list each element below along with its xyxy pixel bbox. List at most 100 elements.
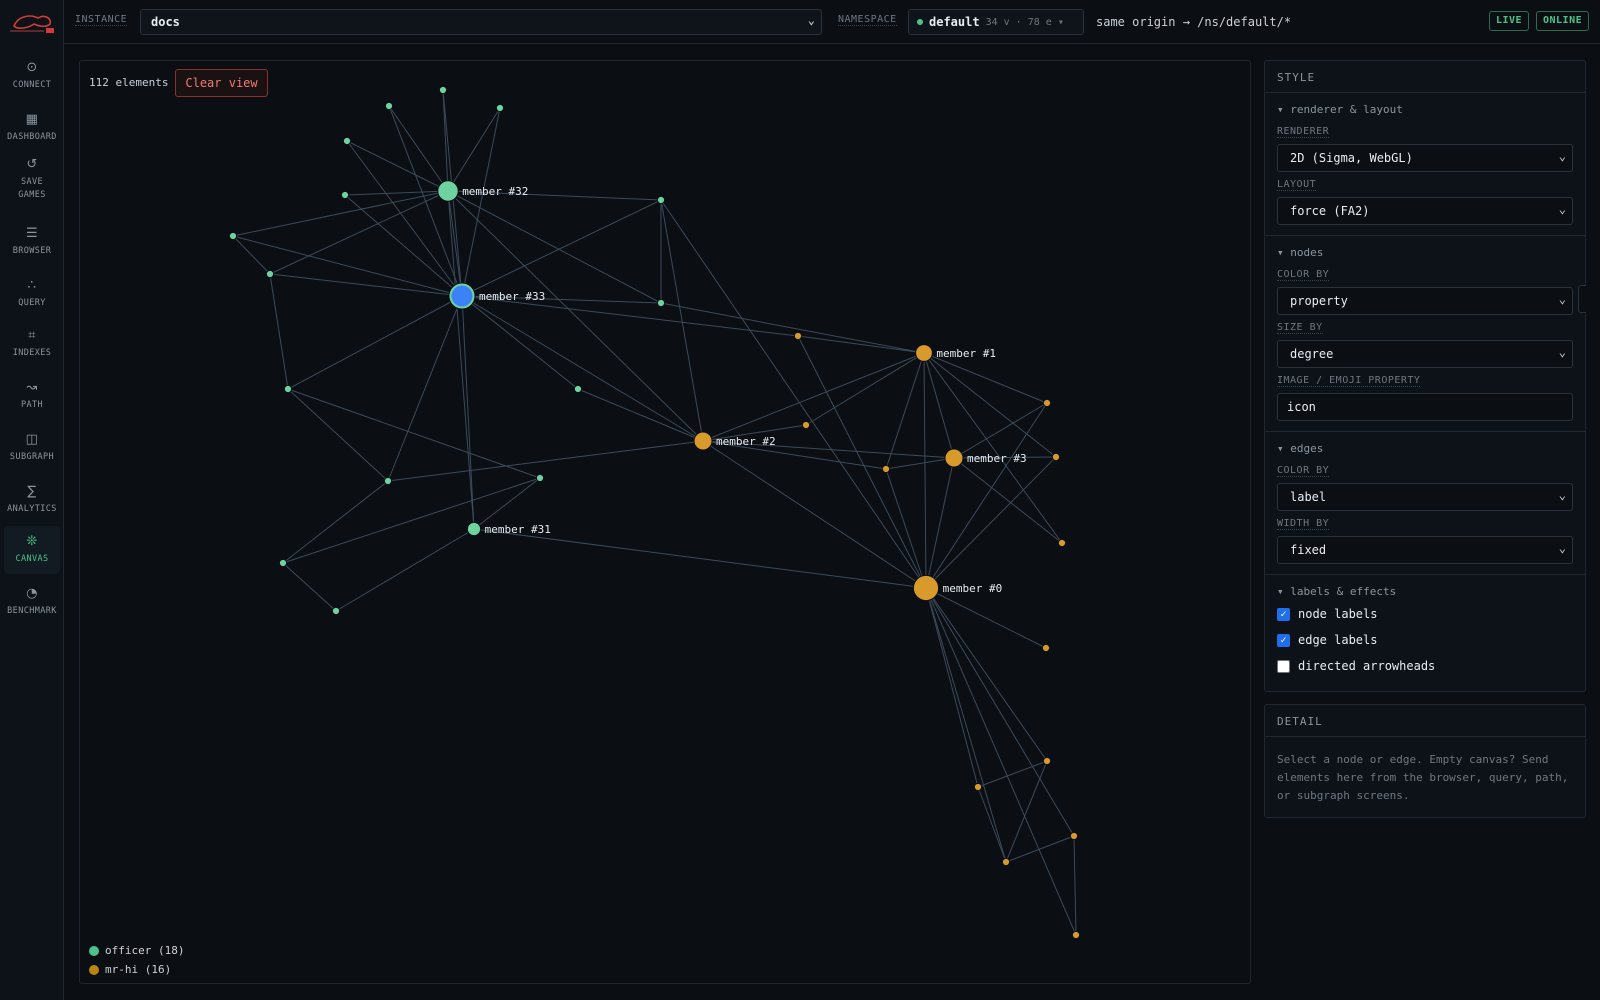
graph-node[interactable] <box>801 420 811 430</box>
graph-node-circle[interactable] <box>278 558 288 568</box>
graph-edge[interactable] <box>387 440 704 482</box>
nav-item-query[interactable]: ∴ QUERY <box>4 270 60 318</box>
color-picker-stub[interactable] <box>1578 285 1586 313</box>
graph-edge[interactable] <box>346 140 463 297</box>
graph-node[interactable] <box>383 476 393 486</box>
graph-node-circle[interactable] <box>437 180 459 202</box>
graph-edge[interactable] <box>660 302 925 354</box>
graph-edge[interactable] <box>702 440 927 589</box>
graph-edge[interactable] <box>797 335 925 354</box>
graph-node[interactable] <box>656 195 666 205</box>
edge-color-select[interactable]: label ⌄ <box>1277 483 1573 511</box>
graph-node-circle[interactable] <box>383 476 393 486</box>
graph-node-circle[interactable] <box>342 136 352 146</box>
graph-canvas[interactable]: member #32 member #33 member #31 member #2 m… <box>79 60 1251 984</box>
graph-edge[interactable] <box>925 587 1077 936</box>
graph-edge[interactable] <box>923 352 927 589</box>
nav-item-subgraph[interactable]: ◫ SUBGRAPH <box>4 424 60 472</box>
graph-edge[interactable] <box>925 402 1048 589</box>
graph-node[interactable] <box>1057 538 1067 548</box>
graph-edge[interactable] <box>387 295 463 482</box>
graph-node-circle[interactable] <box>793 331 803 341</box>
graph-node-circle[interactable] <box>466 521 482 537</box>
graph-node-circle[interactable] <box>1041 643 1051 653</box>
graph-node[interactable] <box>1042 756 1052 766</box>
graph-node[interactable] <box>278 558 288 568</box>
width-by-select[interactable]: fixed ⌄ <box>1277 536 1573 564</box>
graph-node[interactable] <box>228 231 238 241</box>
size-by-select[interactable]: degree ⌄ <box>1277 340 1573 368</box>
graph-edge[interactable] <box>269 273 463 297</box>
image-property-input[interactable]: icon <box>1277 393 1573 421</box>
instance-select[interactable]: docs ⌄ <box>140 9 822 35</box>
graph-edge[interactable] <box>925 457 955 589</box>
arrowheads-toggle[interactable]: directed arrowheads <box>1277 653 1573 679</box>
graph-edge[interactable] <box>1005 835 1075 863</box>
nav-item-connect[interactable]: ⊙ CONNECT <box>4 52 60 100</box>
graph-node[interactable]: member #2 <box>693 431 776 451</box>
graph-edge[interactable] <box>923 352 1057 458</box>
graph-edge[interactable] <box>977 786 1007 863</box>
nav-item-save-games[interactable]: ↺ SAVE GAMES <box>4 156 60 204</box>
graph-edge[interactable] <box>473 528 927 589</box>
node-labels-toggle[interactable]: ✓ node labels <box>1277 601 1573 627</box>
graph-edge[interactable] <box>925 587 979 788</box>
graph-node-circle[interactable] <box>801 420 811 430</box>
graph-node[interactable]: member #32 <box>437 180 529 202</box>
graph-edge[interactable] <box>797 335 927 589</box>
graph-node[interactable] <box>573 384 583 394</box>
graph-edge[interactable] <box>953 402 1048 459</box>
nodes-section-toggle[interactable]: ▾ nodes <box>1277 242 1573 262</box>
graph-edge[interactable] <box>282 477 541 564</box>
graph-node-circle[interactable] <box>1051 452 1061 462</box>
graph-node-circle[interactable] <box>915 344 933 362</box>
graph-edge[interactable] <box>925 587 1048 762</box>
graph-edge[interactable] <box>461 295 704 442</box>
graph-edge[interactable] <box>287 295 463 390</box>
graph-edge[interactable] <box>388 105 449 192</box>
graph-edge[interactable] <box>1005 760 1048 863</box>
graph-node-circle[interactable] <box>1069 831 1079 841</box>
graph-edge[interactable] <box>473 477 541 530</box>
graph-edge[interactable] <box>346 140 449 192</box>
graph-edge[interactable] <box>885 352 925 470</box>
graph-node-circle[interactable] <box>973 782 983 792</box>
checkbox-checked-icon[interactable]: ✓ <box>1277 607 1290 621</box>
graph-node[interactable] <box>342 136 352 146</box>
graph-node[interactable]: member #0 <box>912 574 1002 602</box>
graph-node[interactable] <box>283 384 293 394</box>
graph-node[interactable] <box>1042 398 1052 408</box>
graph-edge[interactable] <box>660 199 927 589</box>
labels-section-toggle[interactable]: ▾ labels & effects <box>1277 581 1573 601</box>
graph-edge[interactable] <box>461 295 475 530</box>
graph-edge[interactable] <box>885 457 955 470</box>
graph-edge[interactable] <box>287 388 541 479</box>
nav-item-path[interactable]: ↝ PATH <box>4 372 60 420</box>
graph-node[interactable] <box>384 101 394 111</box>
graph-node[interactable] <box>1069 831 1079 841</box>
nav-item-benchmark[interactable]: ◔ BENCHMARK <box>4 578 60 626</box>
graph-node-circle[interactable] <box>656 298 666 308</box>
graph-node-circle[interactable] <box>1042 756 1052 766</box>
graph-node-circle[interactable] <box>283 384 293 394</box>
layout-select[interactable]: force (FA2) ⌄ <box>1277 197 1573 225</box>
graph-node-circle[interactable] <box>944 448 964 468</box>
graph-node[interactable]: member #3 <box>944 448 1027 468</box>
graph-node[interactable] <box>1001 857 1011 867</box>
renderer-section-toggle[interactable]: ▾ renderer & layout <box>1277 99 1573 119</box>
graph-edge[interactable] <box>447 107 501 192</box>
graph-edge[interactable] <box>232 190 449 237</box>
graph-node-circle[interactable] <box>265 269 275 279</box>
graph-svg[interactable]: member #32 member #33 member #31 member #2 m… <box>80 61 1250 983</box>
graph-node-circle[interactable] <box>912 574 940 602</box>
graph-node[interactable] <box>973 782 983 792</box>
graph-node[interactable] <box>265 269 275 279</box>
graph-edge[interactable] <box>461 107 501 297</box>
graph-node-circle[interactable] <box>1042 398 1052 408</box>
graph-edge[interactable] <box>953 457 1063 544</box>
graph-edge[interactable] <box>577 388 704 442</box>
graph-node[interactable] <box>495 103 505 113</box>
node-color-select[interactable]: property ⌄ <box>1277 287 1573 315</box>
checkbox-checked-icon[interactable]: ✓ <box>1277 633 1290 647</box>
graph-node-circle[interactable] <box>438 85 448 95</box>
